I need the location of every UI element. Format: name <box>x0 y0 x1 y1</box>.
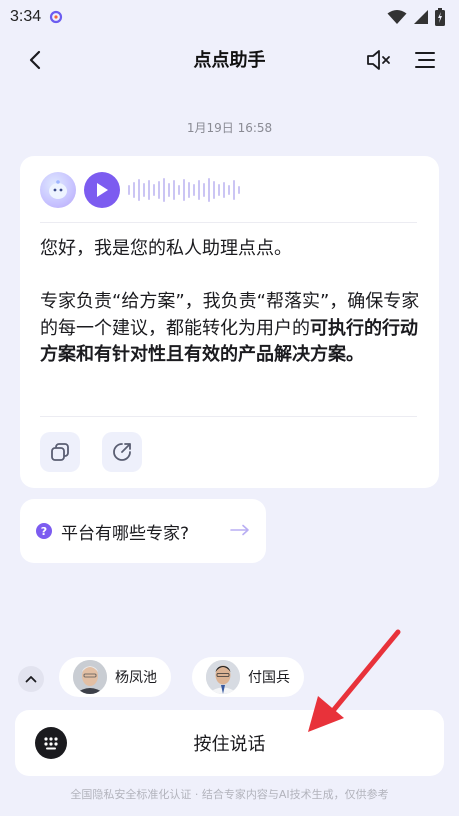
expert-name: 杨凤池 <box>115 670 157 686</box>
message-text: 您好，我是您的私人助理点点。 专家负责“给方案”，我负责“帮落实”，确保专家的每… <box>40 236 420 369</box>
expert-avatar <box>73 660 107 694</box>
copy-icon <box>51 443 69 461</box>
app-badge-icon <box>50 10 63 24</box>
status-time: 3:34 <box>10 8 42 25</box>
audio-waveform <box>128 175 240 205</box>
disclaimer-text: 全国隐私安全标准化认证 · 结合专家内容与AI技术生成，仅供参考 <box>70 788 389 801</box>
expert-name: 付国兵 <box>248 670 290 686</box>
navigation-bar: 点点助手 <box>0 38 459 80</box>
suggested-question[interactable]: ? 平台有哪些专家? <box>20 499 266 563</box>
share-button[interactable] <box>102 432 142 472</box>
signal-icon <box>414 10 428 24</box>
hold-to-talk-button[interactable]: 按住说话 <box>15 710 444 776</box>
suggested-question-text: 平台有哪些专家? <box>61 523 190 544</box>
message-greeting: 您好，我是您的私人助理点点。 <box>40 238 292 259</box>
play-icon <box>97 183 108 197</box>
chat-timestamp: 1月19日 16:58 <box>186 121 273 135</box>
copy-button[interactable] <box>40 432 80 472</box>
message-body: 专家负责“给方案”，我负责“帮落实”，确保专家的每一个建议，都能转化为用户的可执… <box>40 289 420 369</box>
menu-icon[interactable] <box>412 47 438 73</box>
play-button[interactable] <box>84 172 120 208</box>
expert-avatar <box>206 660 240 694</box>
assistant-avatar <box>40 172 76 208</box>
share-icon <box>113 443 131 461</box>
battery-icon <box>435 8 445 26</box>
expand-experts-button[interactable] <box>18 666 44 692</box>
back-arrow-icon[interactable] <box>22 47 48 73</box>
page-title: 点点助手 <box>193 50 266 71</box>
arrow-right-icon <box>230 524 249 536</box>
status-bar: 3:34 <box>0 0 459 34</box>
chevron-up-icon <box>25 676 37 683</box>
divider <box>40 222 417 223</box>
hold-to-talk-label: 按住说话 <box>193 734 266 755</box>
question-icon: ? <box>36 523 52 539</box>
expert-chip-fu[interactable]: 付国兵 <box>192 657 304 697</box>
wifi-icon <box>387 10 407 24</box>
audio-player <box>40 171 240 209</box>
speaker-muted-icon[interactable] <box>364 47 392 73</box>
expert-chip-yang[interactable]: 杨凤池 <box>59 657 171 697</box>
assistant-message-card: 您好，我是您的私人助理点点。 专家负责“给方案”，我负责“帮落实”，确保专家的每… <box>20 156 439 488</box>
divider <box>40 416 417 417</box>
